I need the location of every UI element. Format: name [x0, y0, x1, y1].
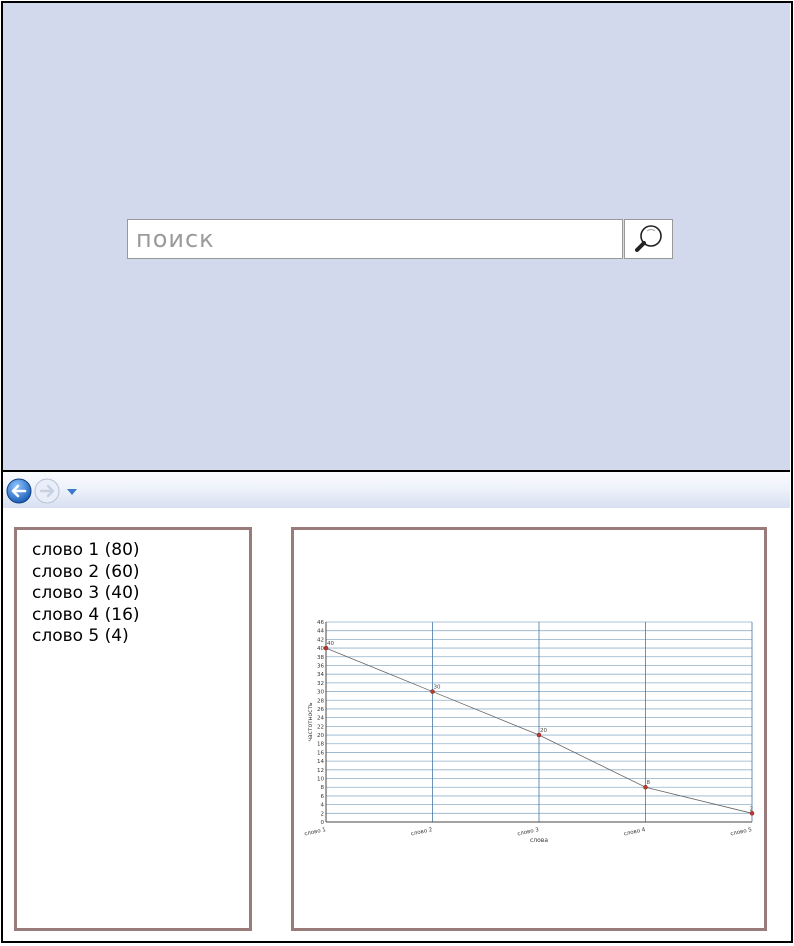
data-label: 30	[434, 685, 441, 691]
y-tick-label: 22	[317, 724, 324, 730]
dropdown-arrow-icon[interactable]	[66, 488, 78, 496]
search-icon	[634, 225, 662, 252]
search-area	[3, 3, 790, 472]
y-tick-label: 28	[317, 698, 324, 704]
y-tick-label: 26	[317, 707, 324, 713]
word-frequency-list: слово 1 (80) слово 2 (60) слово 3 (40) с…	[14, 527, 252, 931]
y-tick-label: 46	[317, 620, 324, 626]
y-tick-label: 12	[317, 768, 324, 774]
y-tick-label: 18	[317, 742, 324, 748]
y-tick-label: 24	[317, 716, 324, 722]
y-tick-label: 2	[321, 811, 325, 817]
x-tick-label: слово 5	[730, 827, 753, 837]
y-tick-label: 36	[317, 663, 324, 669]
search-box	[127, 219, 623, 259]
data-label: 2	[750, 806, 754, 812]
y-tick-label: 0	[321, 820, 325, 826]
y-tick-label: 14	[317, 759, 324, 765]
x-tick-label: слово 3	[517, 827, 540, 837]
y-tick-label: 10	[317, 777, 324, 783]
y-tick-label: 8	[321, 785, 325, 791]
back-arrow-icon[interactable]	[6, 478, 32, 504]
y-tick-label: 44	[317, 629, 324, 635]
list-item: слово 3 (40)	[32, 583, 140, 603]
forward-arrow-icon[interactable]	[34, 478, 60, 504]
list-item: слово 2 (60)	[32, 561, 140, 582]
x-tick-label: слово 2	[410, 827, 433, 837]
search-button[interactable]	[624, 219, 673, 259]
y-tick-label: 4	[321, 803, 325, 809]
y-tick-label: 20	[317, 733, 324, 739]
list-item: слово 4 (16)	[32, 604, 140, 625]
frequency-chart: 0246810121416182022242628303234363840424…	[304, 620, 755, 844]
list-item: слово 5 (4)	[32, 626, 129, 646]
y-tick-label: 30	[317, 690, 324, 696]
x-axis-label: слова	[530, 837, 548, 844]
data-label: 40	[327, 641, 334, 647]
search-input[interactable]	[128, 220, 622, 258]
y-tick-label: 40	[317, 646, 324, 652]
y-tick-label: 34	[317, 672, 324, 678]
x-tick-label: слово 4	[623, 827, 646, 837]
data-label: 20	[540, 728, 547, 734]
list-item: слово 1 (80)	[32, 540, 140, 560]
y-axis-label: частотность	[307, 702, 314, 742]
browser-nav-bar	[3, 472, 790, 508]
y-tick-label: 42	[317, 637, 324, 643]
x-tick-label: слово 1	[304, 827, 327, 837]
y-tick-label: 6	[321, 794, 325, 800]
y-tick-label: 16	[317, 750, 324, 756]
y-tick-label: 38	[317, 655, 324, 661]
data-label: 8	[647, 780, 651, 786]
y-tick-label: 32	[317, 681, 324, 687]
chart-panel: 0 2 4 6 8 10 12 14 16 18 20 22 24 26 28 30 32 34 36 38 40 42 4…	[291, 527, 767, 931]
